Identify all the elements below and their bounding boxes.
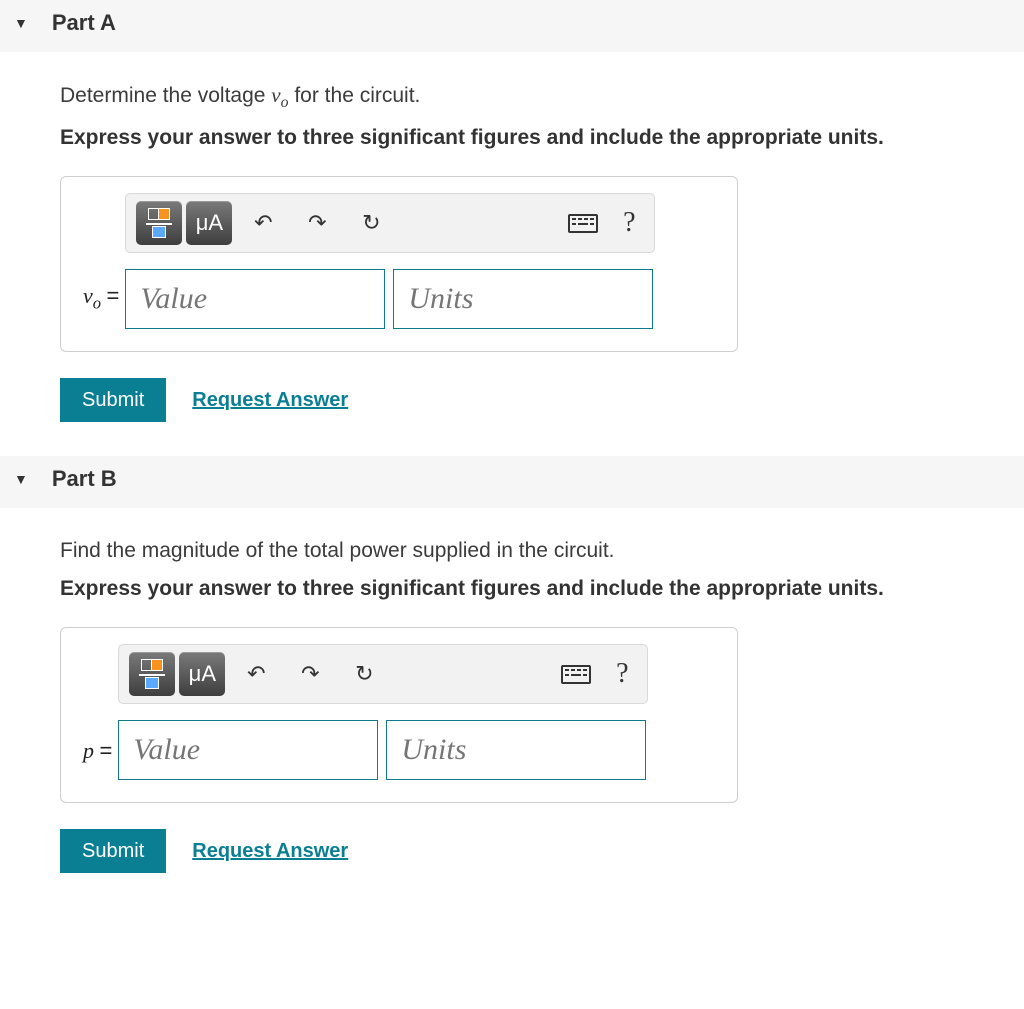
help-icon[interactable]: ? bbox=[607, 652, 637, 696]
prompt-subscript: o bbox=[281, 94, 289, 111]
special-chars-icon[interactable]: μA bbox=[179, 652, 225, 696]
answer-box: vo = μA ↶ ↷ ↻ ? bbox=[60, 176, 738, 352]
part-title: Part B bbox=[52, 466, 117, 492]
prompt-text: Determine the voltage bbox=[60, 84, 271, 107]
part-b-body: Find the magnitude of the total power su… bbox=[0, 509, 1024, 907]
question-prompt: Find the magnitude of the total power su… bbox=[60, 539, 1024, 563]
answer-instruction: Express your answer to three significant… bbox=[60, 577, 1024, 601]
help-icon[interactable]: ? bbox=[614, 201, 644, 245]
part-title: Part A bbox=[52, 10, 116, 36]
undo-icon[interactable]: ↶ bbox=[240, 201, 286, 245]
redo-icon[interactable]: ↷ bbox=[287, 652, 333, 696]
templates-icon[interactable] bbox=[129, 652, 175, 696]
request-answer-link[interactable]: Request Answer bbox=[192, 840, 348, 863]
keyboard-icon[interactable] bbox=[553, 652, 599, 696]
equation-toolbar: μA ↶ ↷ ↻ ? bbox=[125, 193, 655, 253]
redo-icon[interactable]: ↷ bbox=[294, 201, 340, 245]
answer-instruction: Express your answer to three significant… bbox=[60, 126, 1024, 150]
keyboard-icon[interactable] bbox=[560, 201, 606, 245]
reset-icon[interactable]: ↻ bbox=[348, 201, 394, 245]
answer-lhs: p = bbox=[83, 738, 112, 780]
question-prompt: Determine the voltage vo for the circuit… bbox=[60, 83, 1024, 112]
reset-icon[interactable]: ↻ bbox=[341, 652, 387, 696]
request-answer-link[interactable]: Request Answer bbox=[192, 389, 348, 412]
value-input[interactable] bbox=[118, 720, 378, 780]
prompt-text: for the circuit. bbox=[289, 84, 421, 107]
prompt-variable: v bbox=[271, 83, 280, 107]
units-input[interactable] bbox=[393, 269, 653, 329]
collapse-caret-icon[interactable]: ▼ bbox=[14, 15, 28, 31]
submit-button[interactable]: Submit bbox=[60, 378, 166, 422]
part-a-body: Determine the voltage vo for the circuit… bbox=[0, 53, 1024, 456]
collapse-caret-icon[interactable]: ▼ bbox=[14, 471, 28, 487]
answer-box: p = μA ↶ ↷ ↻ ? bbox=[60, 627, 738, 803]
part-a-header[interactable]: ▼ Part A bbox=[0, 0, 1024, 53]
undo-icon[interactable]: ↶ bbox=[233, 652, 279, 696]
submit-button[interactable]: Submit bbox=[60, 829, 166, 873]
answer-lhs: vo = bbox=[83, 283, 119, 329]
value-input[interactable] bbox=[125, 269, 385, 329]
templates-icon[interactable] bbox=[136, 201, 182, 245]
special-chars-icon[interactable]: μA bbox=[186, 201, 232, 245]
equation-toolbar: μA ↶ ↷ ↻ ? bbox=[118, 644, 648, 704]
part-b-header[interactable]: ▼ Part B bbox=[0, 456, 1024, 509]
units-input[interactable] bbox=[386, 720, 646, 780]
